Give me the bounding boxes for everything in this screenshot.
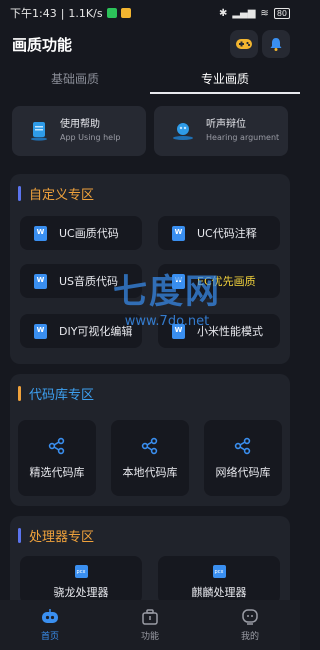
xiaomi-performance-mode-button[interactable]: 小米性能模式 bbox=[158, 314, 280, 348]
profile-face-icon bbox=[242, 609, 258, 625]
tab-bar: 基础画质 专业画质 bbox=[0, 62, 300, 94]
section-header: 代码库专区 bbox=[18, 384, 94, 403]
bell-icon bbox=[270, 38, 282, 51]
section-accent-bar bbox=[18, 386, 21, 401]
document-icon bbox=[34, 323, 47, 339]
usage-help-card[interactable]: 使用帮助 App Using help bbox=[12, 106, 146, 156]
document-icon bbox=[172, 225, 185, 241]
custom-section: 自定义专区 UC画质代码 UC代码注释 US音质代码 EC优先画质 DIY可视化… bbox=[10, 174, 290, 364]
kirin-processor-card[interactable]: pcx 麒麟处理器 bbox=[158, 556, 280, 600]
nav-features[interactable]: 功能 bbox=[100, 600, 200, 650]
nav-profile[interactable]: 我的 bbox=[200, 600, 300, 650]
gamepad-icon bbox=[236, 39, 252, 49]
bluetooth-icon: ✱ bbox=[218, 7, 228, 19]
help-card-title: 听声辩位 bbox=[206, 119, 246, 130]
battery-icon: 80 bbox=[273, 7, 290, 19]
section-header: 处理器专区 bbox=[18, 526, 94, 545]
snapdragon-processor-card[interactable]: pcx 骁龙处理器 bbox=[20, 556, 142, 600]
section-title: 自定义专区 bbox=[29, 188, 95, 203]
tab-basic-quality[interactable]: 基础画质 bbox=[0, 62, 150, 94]
help-card-title: 使用帮助 bbox=[60, 119, 100, 130]
page-title: 画质功能 bbox=[12, 35, 73, 54]
wechat-notification-icon bbox=[106, 8, 117, 18]
share-icon bbox=[234, 437, 251, 454]
local-library-card[interactable]: 本地代码库 bbox=[111, 420, 189, 496]
notification-button[interactable] bbox=[262, 30, 290, 58]
selected-library-card[interactable]: 精选代码库 bbox=[18, 420, 96, 496]
document-icon bbox=[34, 273, 47, 289]
chip-icon: pcx bbox=[74, 565, 88, 578]
document-icon bbox=[34, 225, 47, 241]
code-library-section: 代码库专区 精选代码库 本地代码库 网络代码库 bbox=[10, 374, 290, 506]
diy-visual-edit-button[interactable]: DIY可视化编辑 bbox=[20, 314, 142, 348]
tab-pro-quality[interactable]: 专业画质 bbox=[150, 62, 300, 94]
toolbox-icon bbox=[142, 609, 158, 625]
share-icon bbox=[141, 437, 158, 454]
section-accent-bar bbox=[18, 528, 21, 543]
uc-quality-code-button[interactable]: UC画质代码 bbox=[20, 216, 142, 250]
help-book-icon bbox=[31, 122, 47, 141]
nav-home[interactable]: 首页 bbox=[0, 600, 100, 650]
network-library-card[interactable]: 网络代码库 bbox=[204, 420, 282, 496]
status-time: 下午1:43 bbox=[10, 7, 57, 20]
section-header: 自定义专区 bbox=[18, 184, 94, 203]
game-button[interactable] bbox=[230, 30, 258, 58]
home-robot-icon bbox=[42, 609, 58, 623]
bottom-nav: 首页 功能 我的 bbox=[0, 600, 300, 650]
us-sound-code-button[interactable]: US音质代码 bbox=[20, 264, 142, 298]
app-notification-icon bbox=[120, 8, 131, 18]
wifi-icon: ≋ bbox=[260, 7, 269, 19]
app-header: 画质功能 bbox=[0, 26, 300, 62]
section-accent-bar bbox=[18, 186, 21, 201]
section-title: 处理器专区 bbox=[29, 530, 95, 545]
signal-icon: ▂▄▆ bbox=[232, 7, 256, 19]
help-row: 使用帮助 App Using help 听声辩位 Hearing argumen… bbox=[12, 106, 288, 156]
uc-code-comment-button[interactable]: UC代码注释 bbox=[158, 216, 280, 250]
share-icon bbox=[48, 437, 65, 454]
hearing-argument-card[interactable]: 听声辩位 Hearing argument bbox=[154, 106, 288, 156]
document-icon bbox=[172, 323, 185, 339]
help-card-subtitle: Hearing argument bbox=[206, 133, 280, 142]
section-title: 代码库专区 bbox=[29, 388, 95, 403]
chip-icon: pcx bbox=[212, 565, 226, 578]
document-icon bbox=[172, 273, 185, 289]
help-card-subtitle: App Using help bbox=[60, 133, 121, 142]
hearing-icon bbox=[173, 123, 193, 140]
status-bar: 下午1:43 | 1.1K/s ✱ ▂▄▆ ≋ 80 bbox=[0, 0, 300, 26]
status-network-speed: 1.1K/s bbox=[68, 6, 103, 20]
processor-section: 处理器专区 pcx 骁龙处理器 pcx 麒麟处理器 bbox=[10, 516, 290, 600]
ec-priority-quality-button[interactable]: EC优先画质 bbox=[158, 264, 280, 298]
